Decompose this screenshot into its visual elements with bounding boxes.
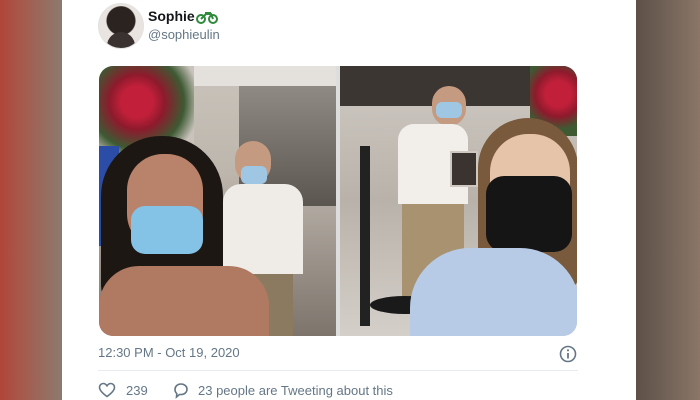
photo-left-woman-shoulders (99, 266, 269, 336)
background-blur-right (636, 0, 700, 400)
photo-right-girl-mask (486, 176, 572, 252)
photo-right-girl-sweater (410, 248, 577, 336)
tweet-media[interactable] (99, 66, 577, 336)
heart-icon[interactable] (98, 381, 116, 399)
photo-left-man-shirt (223, 184, 303, 274)
author-handle[interactable]: @sophieulin (148, 27, 220, 42)
photo-left-man-mask (241, 166, 267, 184)
background-blur-left (0, 0, 62, 400)
avatar-figure (107, 32, 135, 48)
tweet-timestamp[interactable]: 12:30 PM - Oct 19, 2020 (98, 345, 240, 360)
photo-right-man-mask (436, 102, 462, 118)
photo-right-sign (450, 151, 478, 187)
info-icon[interactable] (559, 345, 577, 363)
photo-left[interactable] (99, 66, 336, 336)
photo-right[interactable] (340, 66, 577, 336)
tweeting-about-link[interactable]: 23 people are Tweeting about this (198, 383, 393, 398)
photo-right-stand (360, 146, 370, 326)
divider (98, 370, 578, 371)
like-count[interactable]: 239 (126, 383, 148, 398)
speech-bubble-icon[interactable] (172, 381, 190, 399)
avatar[interactable] (98, 3, 144, 49)
author-name[interactable]: Sophie (148, 8, 195, 24)
photo-left-woman-mask (131, 206, 203, 254)
motorcycle-emoji-icon (196, 12, 218, 24)
tweet-card: Sophie @sophieulin 12:30 PM - Oct 19, 20… (62, 0, 636, 400)
